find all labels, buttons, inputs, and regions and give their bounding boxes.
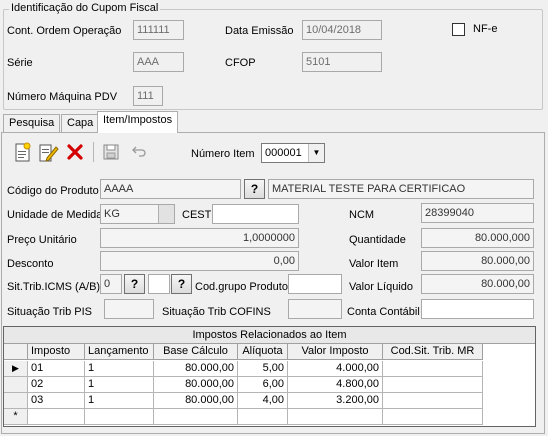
save-icon[interactable]	[100, 141, 122, 163]
num-pdv-label: Número Máquina PDV	[7, 91, 118, 103]
cell-cod-sit-trib[interactable]	[383, 393, 483, 409]
ncm-field[interactable]: 28399040	[421, 203, 534, 223]
serie-label: Série	[7, 57, 33, 69]
cell-aliquota[interactable]: 4,00	[238, 393, 288, 409]
numero-item-label: Número Item	[191, 148, 255, 160]
row-header[interactable]	[4, 377, 28, 393]
cell-lancamento[interactable]: 1	[85, 393, 154, 409]
cell-valor-imposto[interactable]: 4.000,00	[288, 361, 383, 377]
valor-liquido-field[interactable]: 80.000,00	[421, 274, 534, 294]
sit-trib-b-lookup-button[interactable]: ?	[171, 274, 192, 294]
sit-trib-b-field[interactable]	[148, 274, 170, 294]
numero-item-value: 000001	[265, 147, 302, 159]
impostos-grid: Impostos Relacionados ao Item Imposto La…	[3, 326, 536, 427]
conta-contabil-field[interactable]	[421, 299, 534, 319]
ncm-label: NCM	[349, 209, 375, 221]
codigo-lookup-button[interactable]: ?	[244, 179, 265, 199]
row-header-corner	[4, 344, 28, 360]
cell-cod-sit-trib[interactable]	[383, 409, 483, 425]
valor-item-label: Valor Item	[349, 258, 399, 270]
tab-capa[interactable]: Capa	[61, 114, 100, 132]
sit-trib-cofins-label: Situação Trib COFINS	[162, 306, 271, 318]
cell-lancamento[interactable]	[85, 409, 154, 425]
sit-trib-pis-field[interactable]	[104, 299, 154, 319]
cell-imposto[interactable]	[28, 409, 85, 425]
delete-icon[interactable]	[64, 141, 86, 163]
numero-item-select[interactable]: 000001 ▼	[261, 143, 325, 163]
valor-liquido-label: Valor Líquido	[349, 281, 414, 293]
preco-unitario-field[interactable]: 1,0000000	[100, 228, 299, 248]
cell-imposto[interactable]: 03	[28, 393, 85, 409]
row-header[interactable]	[4, 393, 28, 409]
edit-icon[interactable]	[37, 141, 59, 163]
cell-base-calculo[interactable]: 80.000,00	[154, 393, 238, 409]
cod-grupo-produto-field[interactable]	[288, 274, 342, 294]
new-row-marker-icon[interactable]: *	[4, 409, 28, 425]
cell-base-calculo[interactable]: 80.000,00	[154, 361, 238, 377]
desconto-field[interactable]: 0,00	[100, 251, 299, 271]
cell-cod-sit-trib[interactable]	[383, 377, 483, 393]
data-emissao-field[interactable]: 10/04/2018	[302, 20, 382, 40]
sit-trib-a-lookup-button[interactable]: ?	[124, 274, 145, 294]
cell-aliquota[interactable]: 5,00	[238, 361, 288, 377]
cell-valor-imposto[interactable]	[288, 409, 383, 425]
nfe-label: NF-e	[473, 23, 498, 35]
desconto-label: Desconto	[7, 258, 54, 270]
unidade-medida-label: Unidade de Medida	[7, 209, 103, 221]
undo-icon[interactable]	[127, 141, 149, 163]
cest-label: CEST	[182, 209, 212, 221]
column-header-base-calculo[interactable]: Base Cálculo	[154, 344, 238, 360]
sit-trib-a-field[interactable]: 0	[100, 274, 122, 294]
cell-valor-imposto[interactable]: 3.200,00	[288, 393, 383, 409]
codigo-produto-field[interactable]: AAAA	[100, 179, 241, 199]
cont-ordem-field[interactable]: 111111	[133, 20, 184, 40]
column-header-aliquota[interactable]: Alíquota	[238, 344, 288, 360]
cfop-field[interactable]: 5101	[302, 52, 382, 72]
cell-imposto[interactable]: 02	[28, 377, 85, 393]
tab-item-impostos[interactable]: Item/Impostos	[97, 111, 179, 133]
column-header-imposto[interactable]: Imposto	[28, 344, 85, 360]
conta-contabil-label: Conta Contábil	[347, 306, 420, 318]
sit-trib-pis-label: Situação Trib PIS	[7, 306, 92, 318]
new-document-icon[interactable]	[11, 141, 33, 163]
cell-aliquota[interactable]: 6,00	[238, 377, 288, 393]
num-pdv-field[interactable]: 111	[133, 86, 163, 106]
serie-field[interactable]: AAA	[133, 52, 184, 72]
grid-title: Impostos Relacionados ao Item	[4, 327, 535, 344]
data-emissao-label: Data Emissão	[225, 25, 294, 37]
column-header-valor-imposto[interactable]: Valor Imposto	[288, 344, 383, 360]
unidade-medida-field[interactable]: KG	[100, 204, 175, 224]
cfop-label: CFOP	[225, 57, 256, 69]
chevron-down-icon[interactable]: ▼	[308, 144, 324, 162]
cont-ordem-label: Cont. Ordem Operação	[7, 25, 122, 37]
cest-field[interactable]	[212, 204, 299, 224]
cell-base-calculo[interactable]: 80.000,00	[154, 377, 238, 393]
tab-pesquisa[interactable]: Pesquisa	[3, 114, 61, 132]
descricao-produto-field[interactable]: MATERIAL TESTE PARA CERTIFICAO	[268, 179, 534, 199]
cod-grupo-produto-label: Cod.grupo Produto	[195, 281, 288, 293]
cell-valor-imposto[interactable]: 4.800,00	[288, 377, 383, 393]
sit-trib-cofins-field[interactable]	[288, 299, 342, 319]
sit-trib-icms-label: Sit.Trib.ICMS (A/B)	[7, 281, 101, 293]
cell-base-calculo[interactable]	[154, 409, 238, 425]
unidade-medida-value: KG	[104, 208, 120, 220]
groupbox-title: Identificação do Cupom Fiscal	[9, 2, 161, 14]
quantidade-field[interactable]: 80.000,000	[421, 228, 534, 248]
quantidade-label: Quantidade	[349, 234, 406, 246]
codigo-produto-label: Código do Produto	[7, 185, 99, 197]
toolbar-separator	[93, 142, 94, 162]
column-header-cod-sit-trib[interactable]: Cod.Sit. Trib. MR	[383, 344, 483, 360]
unidade-dropdown-icon[interactable]	[158, 205, 174, 223]
valor-item-field[interactable]: 80.000,00	[421, 251, 534, 271]
cell-lancamento[interactable]: 1	[85, 361, 154, 377]
current-row-indicator-icon[interactable]: ▶	[4, 361, 28, 377]
nfe-checkbox[interactable]	[452, 23, 465, 36]
cell-cod-sit-trib[interactable]	[383, 361, 483, 377]
preco-unitario-label: Preço Unitário	[7, 234, 77, 246]
cell-imposto[interactable]: 01	[28, 361, 85, 377]
cell-lancamento[interactable]: 1	[85, 377, 154, 393]
cell-aliquota[interactable]	[238, 409, 288, 425]
column-header-lancamento[interactable]: Lançamento	[85, 344, 154, 360]
